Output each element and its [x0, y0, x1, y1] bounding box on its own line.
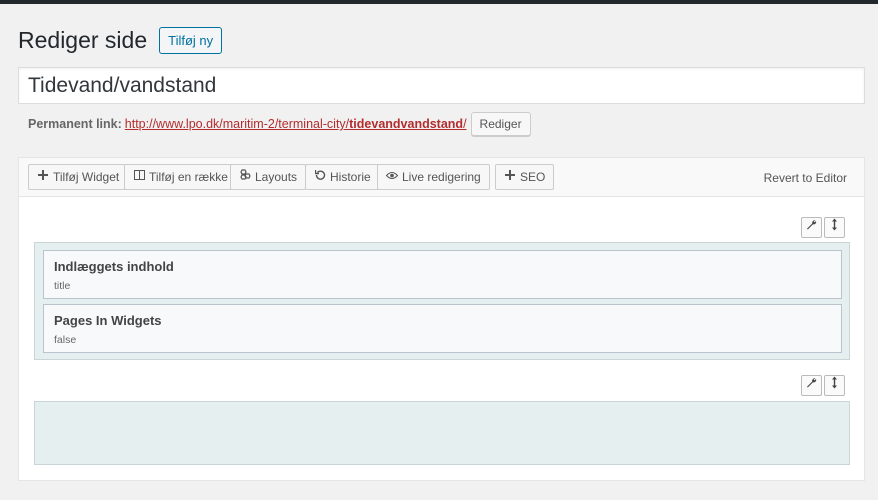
permalink-url-base: http://www.lpo.dk/maritim-2/terminal-cit…: [124, 117, 350, 131]
layouts-button[interactable]: Layouts: [230, 164, 307, 190]
heading-row: Rediger side Tilføj ny: [18, 25, 223, 55]
live-edit-button[interactable]: Live redigering: [377, 164, 490, 190]
move-icon[interactable]: [824, 217, 845, 238]
edit-slug-button[interactable]: Rediger: [470, 112, 531, 136]
plus-icon: [504, 165, 516, 189]
row-2-tools: [801, 375, 845, 396]
revert-to-editor-link[interactable]: Revert to Editor: [764, 171, 847, 185]
permalink-slug: tidevandvandstand: [349, 117, 464, 131]
wrench-icon[interactable]: [801, 217, 822, 238]
post-title-input[interactable]: [18, 67, 865, 104]
layouts-icon: [239, 165, 251, 189]
seo-label: SEO: [520, 170, 546, 184]
permalink-label: Permanent link:: [28, 117, 122, 131]
permalink-row: Permanent link: http://www.lpo.dk/mariti…: [28, 112, 531, 136]
page-title: Rediger side: [18, 27, 148, 53]
permalink-url-trailing: /: [463, 117, 467, 131]
add-widget-label: Tilføj Widget: [53, 170, 120, 184]
add-new-button[interactable]: Tilføj ny: [159, 26, 223, 54]
widget-title: Indlæggets indhold: [54, 259, 174, 274]
builder-toolbar: Tilføj Widget Tilføj en række Layouts Hi…: [19, 158, 864, 197]
admin-top-bar: [0, 0, 878, 4]
plus-icon: [37, 165, 49, 189]
undo-icon: [314, 165, 326, 189]
add-row-button[interactable]: Tilføj en række: [124, 164, 237, 190]
row-1-tools: [801, 217, 845, 238]
eye-icon: [385, 165, 399, 189]
builder-row-1[interactable]: Indlæggets indhold title Pages In Widget…: [34, 242, 850, 360]
widget-description: false: [54, 334, 77, 346]
builder-row-2[interactable]: [34, 401, 850, 465]
seo-button[interactable]: SEO: [495, 164, 555, 190]
page-builder: Tilføj Widget Tilføj en række Layouts Hi…: [18, 157, 865, 481]
widget-description: title: [54, 280, 71, 292]
move-icon[interactable]: [824, 375, 845, 396]
history-label: Historie: [330, 170, 371, 184]
widget-card[interactable]: Indlæggets indhold title: [43, 250, 842, 299]
layouts-label: Layouts: [255, 170, 298, 184]
live-edit-label: Live redigering: [402, 170, 481, 184]
add-row-label: Tilføj en række: [149, 170, 228, 184]
columns-icon: [133, 165, 145, 189]
permalink-link[interactable]: http://www.lpo.dk/maritim-2/terminal-cit…: [125, 117, 467, 131]
add-widget-button[interactable]: Tilføj Widget: [28, 164, 129, 190]
widget-title: Pages In Widgets: [54, 313, 162, 328]
widget-card[interactable]: Pages In Widgets false: [43, 304, 842, 353]
history-button[interactable]: Historie: [305, 164, 380, 190]
wrench-icon[interactable]: [801, 375, 822, 396]
